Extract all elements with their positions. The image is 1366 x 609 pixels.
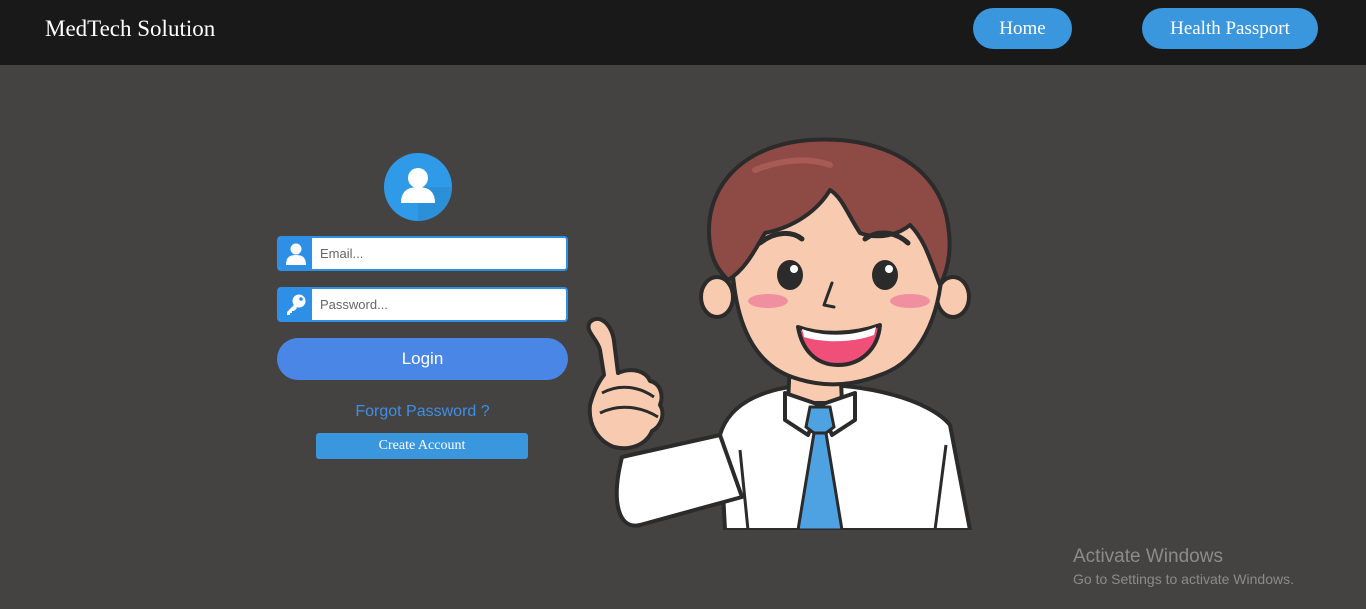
home-button[interactable]: Home [973, 8, 1072, 49]
key-icon [279, 289, 312, 320]
create-account-button[interactable]: Create Account [316, 433, 528, 459]
password-field [277, 287, 568, 322]
email-field [277, 236, 568, 271]
navbar: MedTech Solution Home Health Passport [0, 0, 1366, 65]
health-passport-button[interactable]: Health Passport [1142, 8, 1318, 49]
password-input[interactable] [314, 289, 566, 320]
user-avatar-icon [384, 153, 452, 221]
forgot-password-link[interactable]: Forgot Password ? [277, 403, 568, 421]
user-icon [279, 238, 312, 269]
brand-title[interactable]: MedTech Solution [45, 16, 215, 42]
watermark-title: Activate Windows [1073, 546, 1223, 567]
pointing-man-illustration [580, 135, 975, 532]
watermark-subtitle: Go to Settings to activate Windows. [1073, 571, 1294, 587]
activate-windows-watermark: Activate Windows Go to Settings to activ… [1073, 546, 1294, 590]
email-input[interactable] [314, 238, 566, 269]
login-button[interactable]: Login [277, 338, 568, 380]
